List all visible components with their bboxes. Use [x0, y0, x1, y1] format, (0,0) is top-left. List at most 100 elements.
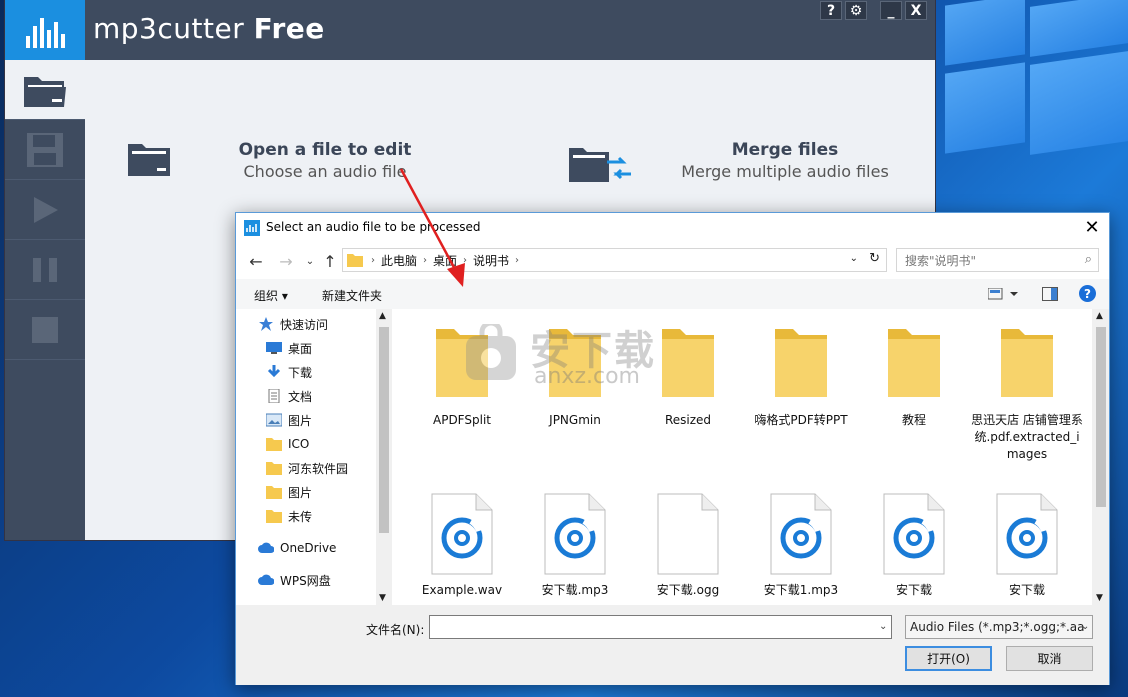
navigation-pane: 快速访问桌面📌下载📌文档📌图片📌ICO河东软件园图片未传OneDriveWPS网… — [236, 309, 392, 605]
search-input[interactable]: 搜索"说明书" ⌕ — [896, 248, 1099, 272]
file-item-label: Example.wav — [421, 583, 503, 597]
nav-item-label: WPS网盘 — [280, 573, 331, 588]
folder-icon — [858, 323, 970, 408]
filename-label: 文件名(N): — [366, 623, 425, 637]
nav-item[interactable]: ICO — [266, 433, 392, 455]
sidebar-save-button[interactable] — [5, 120, 85, 180]
blank-file-icon — [632, 493, 744, 578]
open-file-action[interactable]: Open a file to edit Choose an audio file — [115, 130, 415, 190]
folder-icon — [266, 509, 282, 523]
pictures-icon — [265, 413, 283, 427]
app-small-icon — [244, 220, 260, 236]
folder-icon — [266, 485, 282, 499]
nav-item[interactable]: 下载📌 — [266, 361, 392, 383]
help-button[interactable]: ? — [820, 1, 842, 20]
refresh-icon[interactable]: ↻ — [869, 251, 880, 266]
file-item-label: 安下载1.mp3 — [763, 583, 839, 597]
nav-item-label: 快速访问 — [280, 317, 329, 332]
folder-icon — [971, 323, 1083, 408]
folder-icon — [266, 461, 282, 475]
nav-item[interactable]: 图片📌 — [265, 409, 392, 431]
file-item[interactable]: 安下载 — [858, 493, 970, 599]
file-item[interactable]: 安下载1.mp3 — [745, 493, 857, 599]
filename-input[interactable] — [429, 615, 892, 639]
back-arrow-icon[interactable]: ← — [246, 251, 266, 271]
file-item-label: JPNGmin — [549, 413, 601, 427]
file-item-label: 嗨格式PDF转PPT — [754, 413, 848, 427]
nav-item[interactable]: 河东软件园 — [266, 457, 392, 479]
nav-item[interactable]: 桌面📌 — [266, 337, 392, 359]
files-scroll-thumb[interactable] — [1096, 327, 1106, 507]
nav-item-label: OneDrive — [280, 541, 337, 555]
nav-item-label: 图片 — [288, 413, 313, 428]
nav-scroll-thumb[interactable] — [379, 327, 389, 533]
nav-item-label: 未传 — [288, 509, 313, 524]
filename-dropdown-icon[interactable]: ⌄ — [879, 621, 887, 632]
cancel-button[interactable]: 取消 — [1006, 646, 1093, 671]
filetype-dropdown-icon[interactable]: ⌄ — [1081, 621, 1089, 632]
dialog-toolbar: 组织 ▾ 新建文件夹 ? — [236, 279, 1109, 309]
forward-arrow-icon[interactable]: → — [276, 251, 296, 271]
merge-files-subtitle: Merge multiple audio files — [681, 162, 889, 181]
audio-file-icon — [519, 493, 631, 578]
file-item[interactable]: Example.wav — [406, 493, 518, 599]
app-title: mp3cutter Free — [93, 12, 325, 45]
audio-file-icon — [745, 493, 857, 578]
breadcrumb-item[interactable]: 说明书 — [473, 252, 509, 269]
dialog-navbar: ← → ⌄ ↑ › 此电脑 › 桌面 › 说明书 › ⌄ ↻ 搜索"说明书" ⌕ — [236, 243, 1109, 279]
new-folder-button[interactable]: 新建文件夹 — [322, 287, 382, 304]
organize-menu[interactable]: 组织 ▾ — [254, 287, 288, 304]
save-icon — [27, 132, 63, 167]
file-item-label: 思迅天店 店铺管理系统.pdf.extracted_images — [971, 413, 1083, 461]
nav-item[interactable]: OneDrive — [258, 537, 392, 559]
merge-files-action[interactable]: Merge files Merge multiple audio files — [565, 130, 905, 190]
nav-item[interactable]: 未传 — [266, 505, 392, 527]
minimize-button[interactable]: _ — [880, 1, 902, 20]
nav-item[interactable]: 快速访问 — [258, 313, 392, 335]
dialog-titlebar: Select an audio file to be processed ✕ — [236, 213, 1109, 243]
nav-item[interactable]: WPS网盘 — [258, 569, 392, 591]
nav-item[interactable]: 图片 — [266, 481, 392, 503]
file-item[interactable]: 安下载 — [971, 493, 1083, 599]
close-button[interactable]: X — [905, 1, 927, 20]
address-dropdown-icon[interactable]: ⌄ — [850, 253, 858, 264]
nav-scrollbar[interactable]: ▲ ▼ — [376, 309, 392, 605]
app-sidebar — [5, 60, 85, 540]
dialog-close-button[interactable]: ✕ — [1081, 216, 1103, 238]
preview-pane-icon[interactable] — [1042, 287, 1058, 301]
folder-item[interactable]: 嗨格式PDF转PPT — [745, 323, 857, 429]
audio-file-icon — [971, 493, 1083, 578]
nav-item-label: 下载 — [288, 365, 313, 380]
recent-dropdown-icon[interactable]: ⌄ — [300, 251, 320, 271]
merge-icon — [569, 148, 631, 182]
file-item[interactable]: 安下载.mp3 — [519, 493, 631, 599]
merge-files-title: Merge files — [731, 140, 839, 160]
file-item-label: 安下载 — [895, 583, 932, 597]
open-file-title: Open a file to edit — [238, 140, 412, 160]
file-item[interactable]: 安下载.ogg — [632, 493, 744, 599]
search-placeholder: 搜索"说明书" — [905, 253, 977, 268]
app-logo-icon — [5, 0, 85, 60]
folder-item[interactable]: 教程 — [858, 323, 970, 429]
audio-file-icon — [406, 493, 518, 578]
help-icon[interactable]: ? — [1079, 285, 1096, 302]
sidebar-stop-button[interactable] — [5, 300, 85, 360]
files-scrollbar[interactable]: ▲ ▼ — [1093, 309, 1109, 605]
nav-item[interactable]: 文档📌 — [266, 385, 392, 407]
audio-file-icon — [858, 493, 970, 578]
watermark-text-en: anxz.com — [534, 364, 640, 389]
nav-item-label: 文档 — [288, 389, 313, 404]
star-icon — [258, 317, 274, 331]
settings-button[interactable]: ⚙ — [845, 1, 867, 20]
sidebar-pause-button[interactable] — [5, 240, 85, 300]
open-file-subtitle: Choose an audio file — [243, 162, 407, 181]
filetype-select[interactable]: Audio Files (*.mp3;*.ogg;*.aa — [905, 615, 1093, 639]
watermark: 安下载 anxz.com — [460, 318, 680, 394]
sidebar-play-button[interactable] — [5, 180, 85, 240]
up-arrow-icon[interactable]: ↑ — [320, 251, 340, 271]
folder-item[interactable]: 思迅天店 店铺管理系统.pdf.extracted_images — [971, 323, 1083, 463]
view-options-icon[interactable] — [988, 288, 1018, 300]
nav-item-label: 图片 — [288, 485, 313, 500]
sidebar-open-button[interactable] — [5, 60, 85, 120]
open-button[interactable]: 打开(O) — [905, 646, 992, 671]
